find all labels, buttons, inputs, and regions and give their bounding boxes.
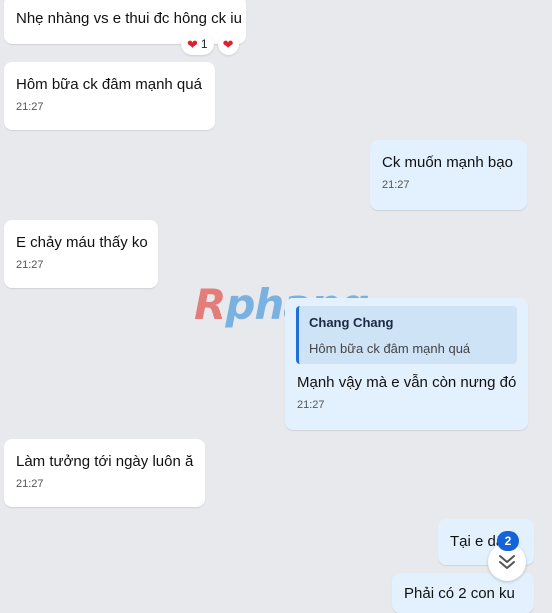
message-text: Ck muốn mạnh bạo	[382, 154, 513, 171]
message-text: Phải có 2 con ku	[404, 585, 515, 602]
message-text: E chảy máu thấy ko	[16, 234, 148, 251]
message-bubble-outgoing[interactable]: Ck muốn mạnh bạo 21:27	[370, 140, 527, 210]
message-text: Làm tưởng tới ngày luôn ă	[16, 453, 194, 470]
reaction-heart-button[interactable]: ❤	[217, 33, 239, 55]
message-text: Nhẹ nhàng vs e thui đc hông ck iu	[16, 10, 242, 27]
reaction-count: 1	[200, 37, 208, 51]
double-chevron-down-icon	[499, 555, 515, 569]
message-bubble-outgoing[interactable]: Chang Chang Hôm bữa ck đâm mạnh quá Mạnh…	[285, 298, 528, 430]
heart-icon: ❤	[187, 36, 198, 52]
message-text: Hôm bữa ck đâm mạnh quá	[16, 76, 202, 93]
message-bubble-incoming[interactable]: Hôm bữa ck đâm mạnh quá 21:27	[4, 62, 215, 130]
quote-author: Chang Chang	[309, 315, 394, 330]
message-time: 21:27	[16, 101, 44, 113]
message-time: 21:27	[16, 259, 44, 271]
message-bubble-incoming[interactable]: Làm tưởng tới ngày luôn ă 21:27	[4, 439, 205, 507]
unread-count-badge: 2	[497, 531, 519, 551]
message-text: Mạnh vậy mà e vẫn còn nưng đó	[297, 374, 517, 391]
heart-icon: ❤	[222, 36, 234, 52]
message-reactions[interactable]: ❤ 1 ❤	[181, 33, 239, 55]
reaction-heart-count[interactable]: ❤ 1	[181, 33, 214, 55]
message-bubble-incoming[interactable]: E chảy máu thấy ko 21:27	[4, 220, 158, 288]
message-time: 21:27	[297, 399, 325, 411]
message-time: 21:27	[16, 478, 44, 490]
reply-quote[interactable]: Chang Chang Hôm bữa ck đâm mạnh quá	[296, 306, 517, 364]
message-time: 21:27	[382, 179, 410, 191]
quote-text: Hôm bữa ck đâm mạnh quá	[309, 341, 471, 356]
